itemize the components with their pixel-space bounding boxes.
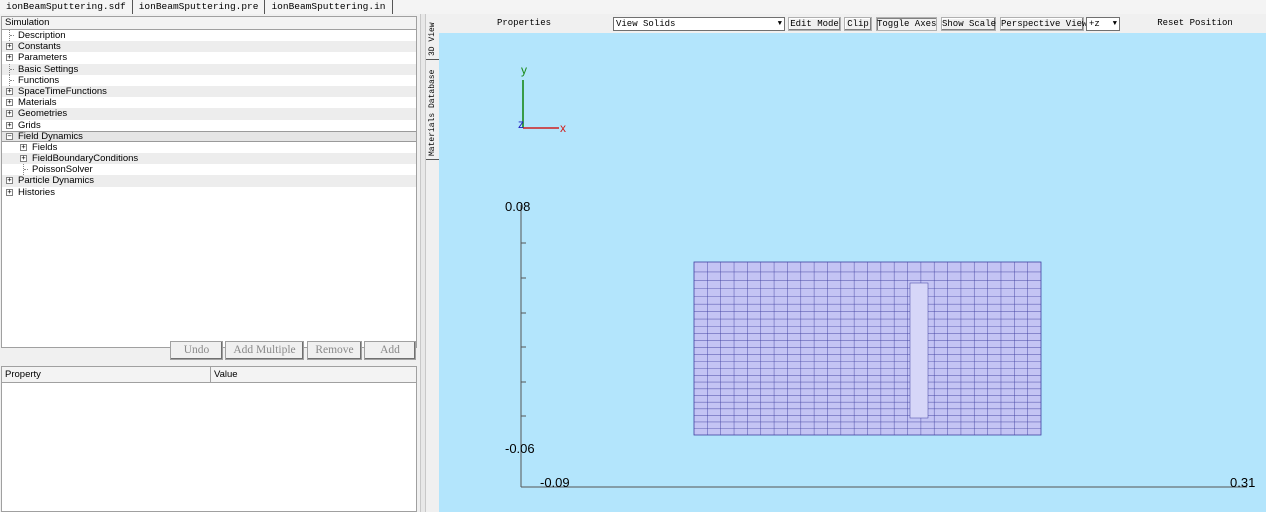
scale-ticks xyxy=(521,242,526,417)
tree-item[interactable]: + Particle Dynamics xyxy=(2,175,416,187)
tree-item[interactable]: + Constants xyxy=(2,41,416,53)
tree-item-label: Fields xyxy=(32,141,58,153)
tree-item-label: SpaceTimeFunctions xyxy=(18,85,107,97)
simulation-tree[interactable]: Simulation Description + Constants + Paramet… xyxy=(1,16,417,348)
tree-item-label: Materials xyxy=(18,97,57,109)
axis-select[interactable]: +z ▼ xyxy=(1086,17,1120,31)
scale-x-max-label: 0.31 xyxy=(1230,475,1256,490)
file-tab-sdf[interactable]: ionBeamSputtering.sdf xyxy=(0,0,133,14)
file-tab-in[interactable]: ionBeamSputtering.in xyxy=(265,0,393,14)
tree-item-label: PoissonSolver xyxy=(32,164,93,176)
dropdown-arrow-icon: ▼ xyxy=(777,20,782,28)
remove-button[interactable]: Remove xyxy=(307,341,362,360)
tree-item[interactable]: + Materials xyxy=(2,97,416,108)
expand-icon[interactable]: + xyxy=(6,87,13,95)
tree-item-label: Field Dynamics xyxy=(18,130,83,142)
expand-icon[interactable]: + xyxy=(6,54,13,62)
expand-icon[interactable]: + xyxy=(6,99,13,107)
clip-button[interactable]: Clip xyxy=(844,17,872,31)
tree-connector xyxy=(10,35,14,36)
tree-item[interactable]: + Parameters xyxy=(2,52,416,63)
tree-item[interactable]: Functions xyxy=(2,74,416,86)
tree-item-label: FieldBoundaryConditions xyxy=(32,153,139,165)
collapse-icon[interactable]: − xyxy=(6,132,13,140)
add-button[interactable]: Add xyxy=(364,341,416,360)
value-column-header[interactable]: Value xyxy=(211,367,416,382)
reset-position-button[interactable]: Reset Position xyxy=(1124,17,1266,31)
undo-button[interactable]: Undo xyxy=(170,341,223,360)
axis-select-value: +z xyxy=(1089,19,1100,29)
tree-body: Description + Constants + Parameters Basic Se… xyxy=(2,30,416,198)
expand-icon[interactable]: + xyxy=(6,110,13,118)
tree-connector xyxy=(10,79,14,81)
tree-item-label: Functions xyxy=(18,74,60,86)
scale-y-min-label: -0.06 xyxy=(505,441,535,456)
tree-item-label: Constants xyxy=(18,41,61,53)
expand-icon[interactable]: + xyxy=(20,155,27,163)
tree-item-label: Basic Settings xyxy=(18,63,79,75)
tree-item-label: Histories xyxy=(18,186,55,198)
grid-slot xyxy=(909,282,929,419)
scale-y-max-label: 0.08 xyxy=(505,199,531,214)
expand-icon[interactable]: + xyxy=(6,121,13,129)
tree-item[interactable]: + Grids xyxy=(2,120,416,131)
tree-item-label: Parameters xyxy=(18,52,68,64)
tree-item[interactable]: + SpaceTimeFunctions xyxy=(2,85,416,98)
view-mode-select[interactable]: View Solids ▼ xyxy=(613,17,785,31)
tab-materials-database[interactable]: Materials Database xyxy=(426,66,439,160)
tree-item[interactable]: + FieldBoundaryConditions xyxy=(2,153,416,165)
simulation-grid xyxy=(693,261,1042,436)
tree-item[interactable]: Description xyxy=(2,30,416,41)
edit-mode-button[interactable]: Edit Mode xyxy=(788,17,841,31)
3d-viewport[interactable]: y x z 0.08 -0.06 -0.09 0.31 xyxy=(439,33,1266,512)
scale-x-min-label: -0.09 xyxy=(540,475,570,490)
add-multiple-button[interactable]: Add Multiple xyxy=(225,341,304,360)
tab-3d-view[interactable]: 3D View xyxy=(426,20,439,60)
expand-icon[interactable]: + xyxy=(6,188,13,196)
property-column-header[interactable]: Property xyxy=(2,367,211,382)
tree-item-label: Description xyxy=(18,30,66,41)
show-scale-button[interactable]: Show Scale xyxy=(941,17,996,31)
tree-item[interactable]: PoissonSolver xyxy=(2,164,416,176)
tree-connector xyxy=(10,68,14,70)
tree-item[interactable]: + Histories xyxy=(2,187,416,198)
toggle-axes-button[interactable]: Toggle Axes xyxy=(876,17,937,31)
tree-item[interactable]: Basic Settings xyxy=(2,63,416,75)
tree-item[interactable]: − Field Dynamics xyxy=(2,130,416,142)
file-tab-bar: ionBeamSputtering.sdf ionBeamSputtering.… xyxy=(0,0,1266,14)
tree-item[interactable]: + Fields xyxy=(2,142,416,153)
scale-axes xyxy=(520,205,1247,488)
vertical-tab-bar: 3D View Materials Database xyxy=(426,14,439,512)
expand-icon[interactable]: + xyxy=(20,143,27,151)
tree-item-label: Particle Dynamics xyxy=(18,175,95,187)
tree-item[interactable]: + Geometries xyxy=(2,108,416,120)
dropdown-arrow-icon: ▼ xyxy=(1112,20,1117,28)
left-pane: Simulation Description + Constants + Paramet… xyxy=(0,14,420,512)
view-mode-value: View Solids xyxy=(616,19,676,29)
expand-icon[interactable]: + xyxy=(6,177,13,185)
perspective-view-button[interactable]: Perspective View xyxy=(1000,17,1087,31)
property-table[interactable]: Property Value xyxy=(1,366,417,512)
tree-item-label: Geometries xyxy=(18,108,68,120)
expand-icon[interactable]: + xyxy=(6,43,13,51)
tree-connector xyxy=(24,169,28,171)
tree-item-label: Grids xyxy=(18,119,41,131)
property-table-header: Property Value xyxy=(2,367,416,383)
tree-header: Simulation xyxy=(2,17,416,30)
view-toolbar: Properties View Solids ▼ Edit Mode Clip … xyxy=(439,14,1266,33)
file-tab-pre[interactable]: ionBeamSputtering.pre xyxy=(133,0,266,14)
tree-button-row: Undo Add Multiple Remove Add xyxy=(0,341,420,360)
properties-label[interactable]: Properties xyxy=(453,17,595,31)
